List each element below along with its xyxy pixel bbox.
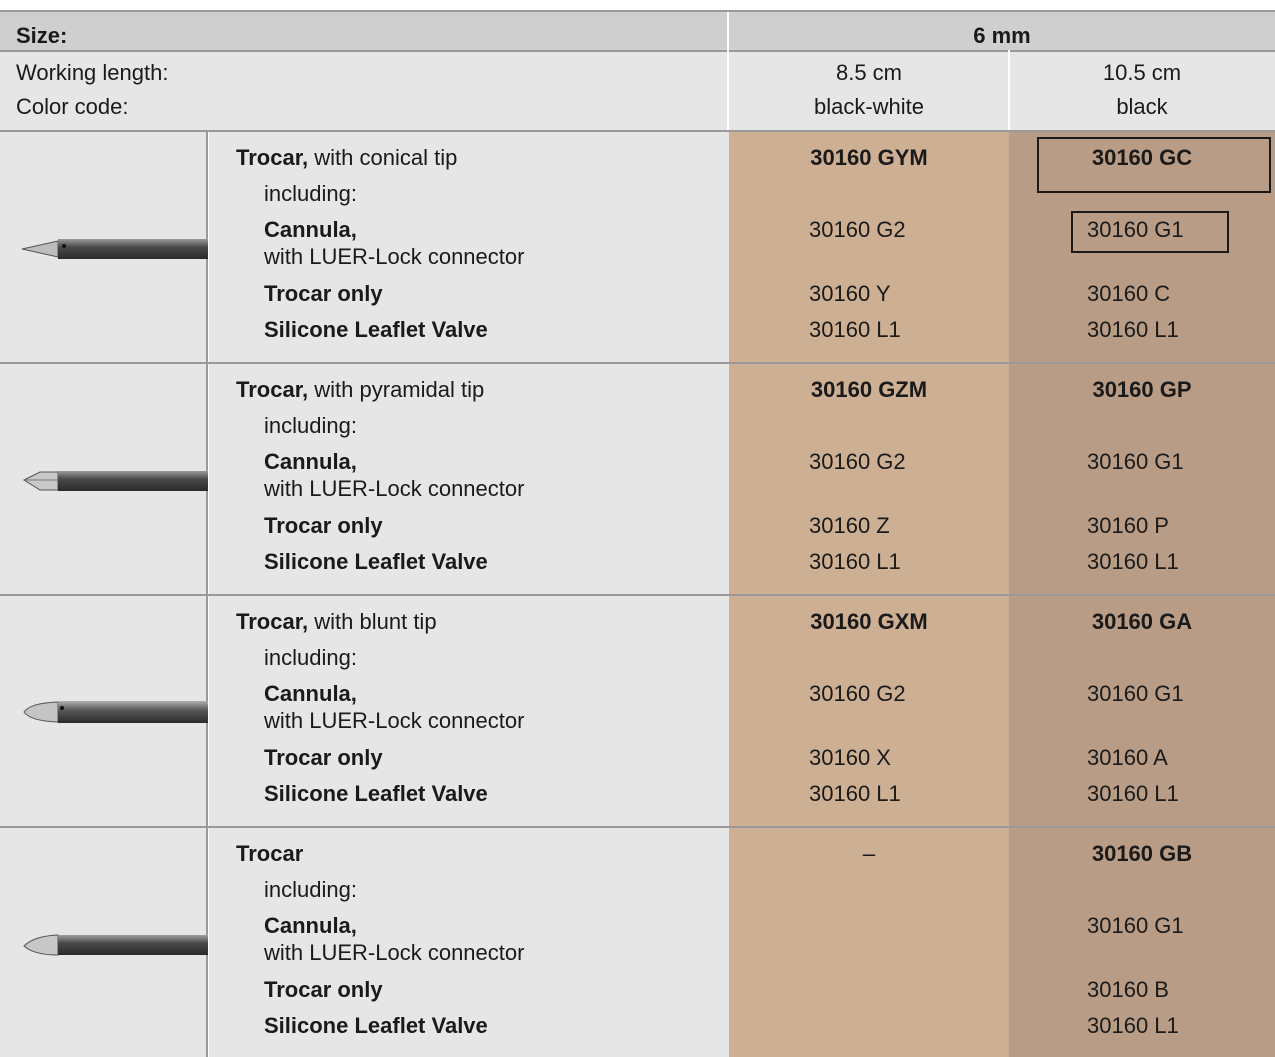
including-label: including:: [264, 181, 357, 206]
cannula-number: 30160 G2: [809, 449, 906, 474]
set-number: 30160 GP: [1092, 377, 1192, 402]
trocar-blunt-tip-icon: [23, 701, 208, 723]
product-block-pyramidal: Trocar, with pyramidal tip including: Ca…: [0, 362, 1275, 596]
working-length-label: Working length:: [16, 60, 169, 85]
size-header-row: Size: 6 mm: [0, 10, 1275, 50]
luer-lock-label: with LUER-Lock connector: [264, 708, 525, 733]
trocar-only-label: Trocar only: [264, 281, 383, 306]
header-divider: [727, 12, 729, 130]
cannula-label: Cannula,: [264, 217, 357, 242]
luer-lock-label: with LUER-Lock connector: [264, 476, 525, 501]
silicone-valve-label: Silicone Leaflet Valve: [264, 1013, 488, 1038]
valve-number: 30160 L1: [809, 317, 901, 342]
product-block-conical: Trocar, with conical tip including: Cann…: [0, 130, 1275, 364]
product-image-cell: [0, 132, 208, 364]
valve-number: 30160 L1: [809, 781, 901, 806]
product-description-cell: Trocar, with blunt tip including: Cannul…: [209, 596, 729, 828]
trocar-number: 30160 X: [809, 745, 891, 770]
valve-number: 30160 L1: [1087, 781, 1179, 806]
trocar-only-label: Trocar only: [264, 513, 383, 538]
luer-lock-label: with LUER-Lock connector: [264, 244, 525, 269]
column-8-5cm: 30160 GYM 30160 G2 30160 Y 30160 L1: [729, 132, 1009, 364]
column-10-5cm: 30160 GP 30160 G1 30160 P 30160 L1: [1009, 364, 1275, 596]
trocar-number: 30160 P: [1087, 513, 1169, 538]
product-title: Trocar, with pyramidal tip: [236, 377, 485, 402]
color-code-black: black: [1116, 94, 1168, 119]
set-number: 30160 GA: [1091, 609, 1193, 634]
header-divider: [1008, 50, 1010, 130]
trocar-only-label: Trocar only: [264, 745, 383, 770]
trocar-order-table: Size: 6 mm Working length: Color code: 8…: [0, 0, 1275, 1057]
cannula-number: 30160 G2: [809, 217, 906, 242]
highlight-box: [1037, 137, 1271, 193]
color-code-black-white: black-white: [813, 94, 925, 119]
column-8-5cm: 30160 GXM 30160 G2 30160 X 30160 L1: [729, 596, 1009, 828]
product-image-cell: [0, 364, 208, 596]
cannula-number: 30160 G1: [1087, 681, 1184, 706]
valve-number: 30160 L1: [1087, 1013, 1179, 1038]
trocar-number: 30160 Z: [809, 513, 890, 538]
product-block-blunt: Trocar, with blunt tip including: Cannul…: [0, 594, 1275, 828]
product-description-cell: Trocar including: Cannula, with LUER-Loc…: [209, 828, 729, 1057]
set-number: 30160 GB: [1091, 841, 1193, 866]
cannula-label: Cannula,: [264, 913, 357, 938]
product-image-cell: [0, 828, 208, 1057]
working-length-header-row: Working length: Color code: 8.5 cm black…: [0, 50, 1275, 130]
product-description-cell: Trocar, with conical tip including: Cann…: [209, 132, 729, 364]
trocar-number: 30160 A: [1087, 745, 1168, 770]
cannula-number: 30160 G2: [809, 681, 906, 706]
valve-number: 30160 L1: [1087, 549, 1179, 574]
color-code-label: Color code:: [16, 94, 129, 119]
trocar-tip-icon: [23, 934, 208, 956]
valve-number: 30160 L1: [1087, 317, 1179, 342]
product-block-trocar: Trocar including: Cannula, with LUER-Loc…: [0, 826, 1275, 1057]
set-number: –: [862, 841, 876, 866]
including-label: including:: [264, 645, 357, 670]
cannula-label: Cannula,: [264, 681, 357, 706]
column-10-5cm: 30160 GA 30160 G1 30160 A 30160 L1: [1009, 596, 1275, 828]
size-label: Size:: [16, 23, 68, 48]
trocar-pyramidal-tip-icon: [22, 471, 208, 491]
product-title: Trocar, with blunt tip: [236, 609, 437, 634]
product-title: Trocar, with conical tip: [236, 145, 458, 170]
product-image-cell: [0, 596, 208, 828]
including-label: including:: [264, 413, 357, 438]
luer-lock-label: with LUER-Lock connector: [264, 940, 525, 965]
highlight-box: [1071, 211, 1229, 253]
product-description-cell: Trocar, with pyramidal tip including: Ca…: [209, 364, 729, 596]
set-number: 30160 GXM: [810, 609, 928, 634]
column-8-5cm: –: [729, 828, 1009, 1057]
silicone-valve-label: Silicone Leaflet Valve: [264, 781, 488, 806]
cannula-label: Cannula,: [264, 449, 357, 474]
silicone-valve-label: Silicone Leaflet Valve: [264, 549, 488, 574]
cannula-number: 30160 G1: [1087, 913, 1184, 938]
trocar-number: 30160 Y: [809, 281, 891, 306]
silicone-valve-label: Silicone Leaflet Valve: [264, 317, 488, 342]
cannula-number: 30160 G1: [1087, 449, 1184, 474]
set-number: 30160 GZM: [810, 377, 928, 402]
size-value: 6 mm: [973, 23, 1031, 48]
valve-number: 30160 L1: [809, 549, 901, 574]
trocar-number: 30160 C: [1087, 281, 1171, 306]
set-number: 30160 GYM: [810, 145, 928, 170]
working-length-8-5: 8.5 cm: [835, 60, 903, 85]
trocar-number: 30160 B: [1087, 977, 1169, 1002]
including-label: including:: [264, 877, 357, 902]
column-8-5cm: 30160 GZM 30160 G2 30160 Z 30160 L1: [729, 364, 1009, 596]
trocar-conical-tip-icon: [21, 239, 208, 259]
trocar-only-label: Trocar only: [264, 977, 383, 1002]
product-title: Trocar: [236, 841, 304, 866]
column-10-5cm: 30160 GB 30160 G1 30160 B 30160 L1: [1009, 828, 1275, 1057]
working-length-10-5: 10.5 cm: [1102, 60, 1182, 85]
column-10-5cm: 30160 GC 30160 G1 30160 C 30160 L1: [1009, 132, 1275, 364]
